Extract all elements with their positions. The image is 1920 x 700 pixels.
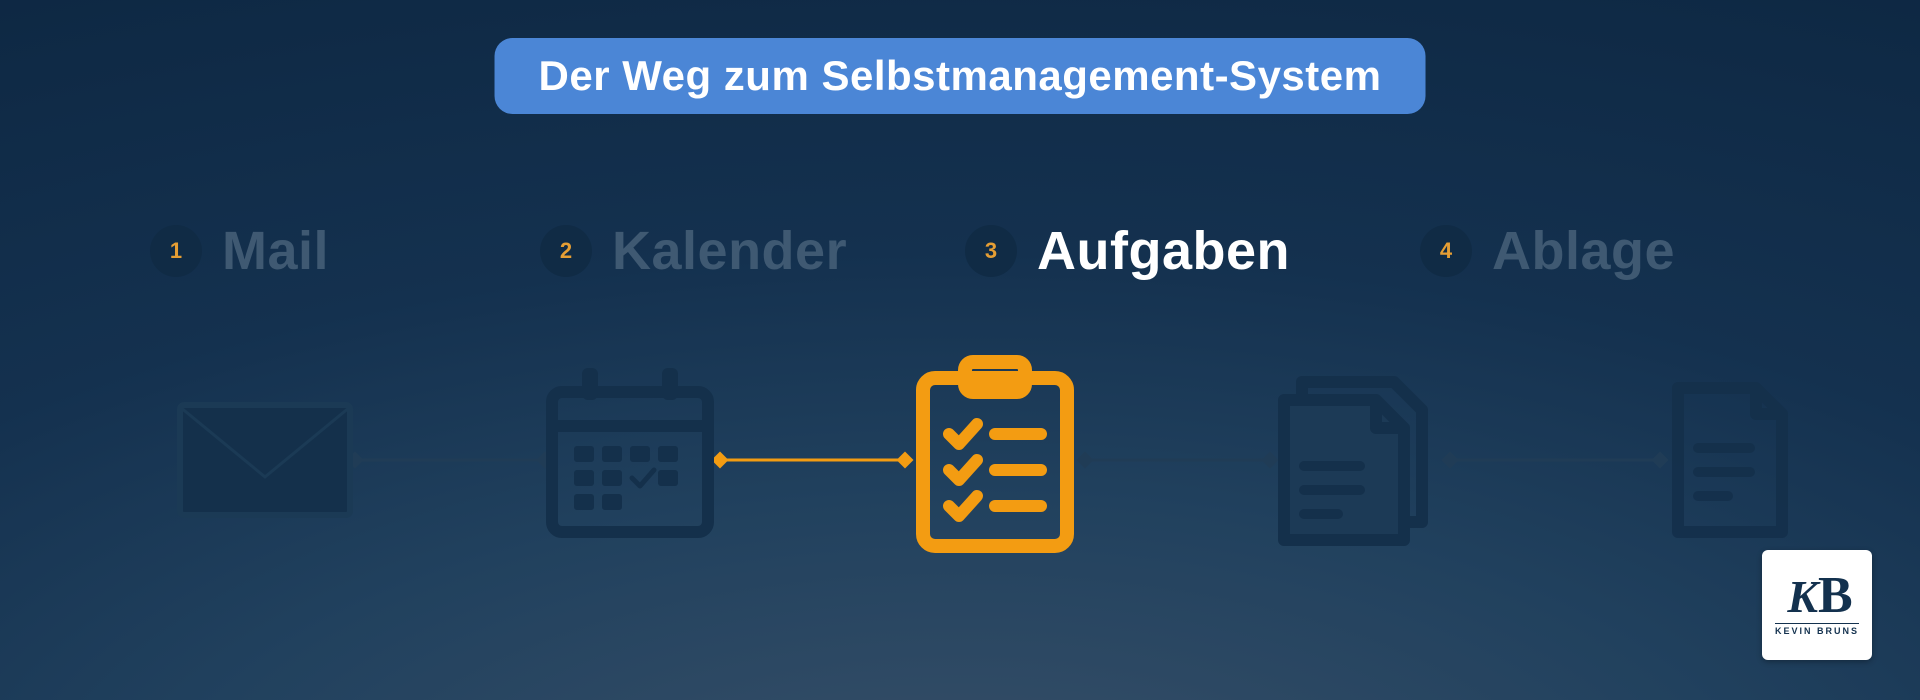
title-pill: Der Weg zum Selbstmanagement-System [495, 38, 1426, 114]
mail-icon [180, 405, 350, 515]
clipboard-icon [923, 362, 1067, 546]
brand-logo: KB KEVIN BRUNS [1762, 550, 1872, 660]
step-header-ablage: 4 Ablage [1420, 220, 1675, 282]
step-badge: 3 [965, 225, 1017, 277]
step-badge: 4 [1420, 225, 1472, 277]
steps-row: 1 Mail 2 Kalender 3 Aufgaben 4 Ablage [0, 220, 1920, 290]
step-label: Ablage [1492, 220, 1675, 282]
diamond [1442, 452, 1459, 469]
diamond [712, 452, 729, 469]
step-header-kalender: 2 Kalender [540, 220, 847, 282]
step-header-mail: 1 Mail [150, 220, 329, 282]
logo-initial-k: K [1787, 571, 1818, 622]
documents-icon-trailing [1678, 388, 1782, 532]
logo-initials: KB [1787, 574, 1846, 618]
step-header-aufgaben: 3 Aufgaben [965, 220, 1290, 282]
calendar-icon [552, 368, 708, 532]
step-label: Aufgaben [1037, 220, 1290, 282]
diamond [897, 452, 914, 469]
diamond [1652, 452, 1669, 469]
diagram-stage: Der Weg zum Selbstmanagement-System 1 Ma… [0, 0, 1920, 700]
documents-icon [1284, 382, 1422, 540]
logo-initial-b: B [1818, 567, 1847, 624]
logo-name: KEVIN BRUNS [1775, 623, 1859, 636]
step-label: Kalender [612, 220, 847, 282]
step-label: Mail [222, 220, 329, 282]
timeline-svg [0, 330, 1920, 590]
step-badge: 2 [540, 225, 592, 277]
diamond [1262, 452, 1279, 469]
diamond [1077, 452, 1094, 469]
step-badge: 1 [150, 225, 202, 277]
